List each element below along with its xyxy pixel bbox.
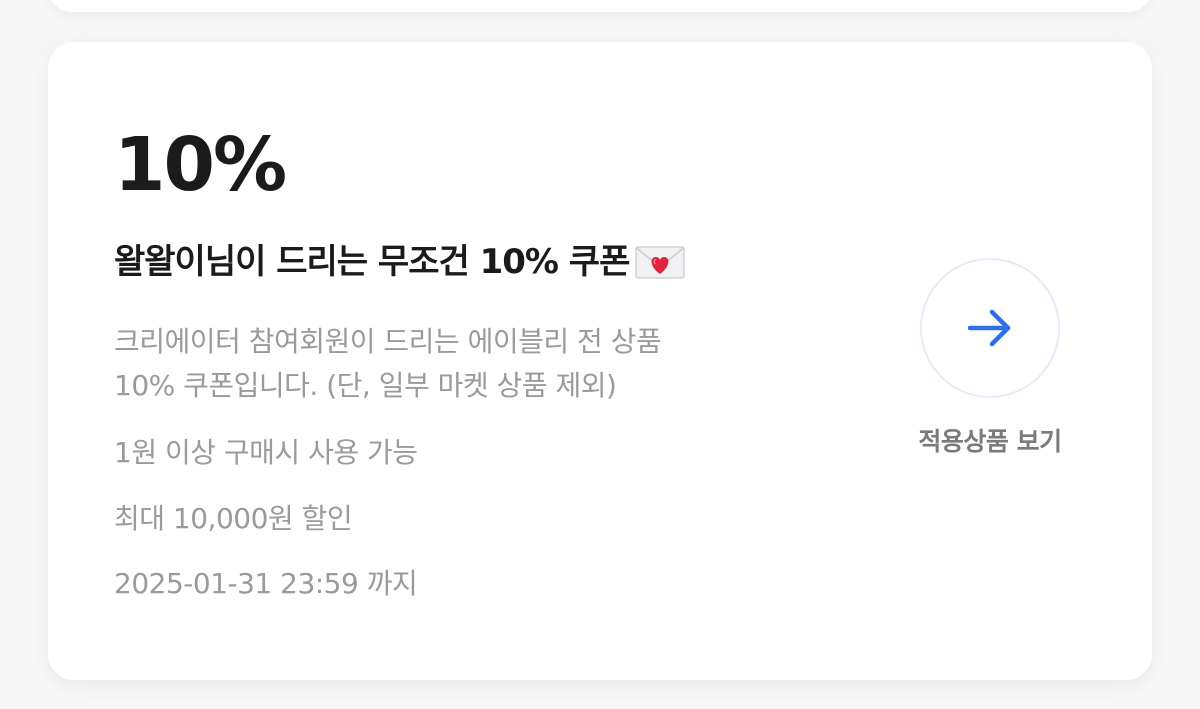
coupon-card: 10% 왈왈이님이 드리는 무조건 10% 쿠폰 크리에이터 참여회원이 드리는… bbox=[48, 42, 1152, 680]
arrow-right-icon bbox=[967, 309, 1011, 347]
min-purchase-condition: 1원 이상 구매시 사용 가능 bbox=[114, 436, 418, 469]
coupon-description: 크리에이터 참여회원이 드리는 에이블리 전 상품 10% 쿠폰입니다. (단,… bbox=[114, 320, 794, 408]
view-applicable-products-button[interactable]: 적용상품 보기 bbox=[908, 258, 1072, 458]
arrow-circle-button[interactable] bbox=[920, 258, 1060, 398]
coupon-description-line: 크리에이터 참여회원이 드리는 에이블리 전 상품 bbox=[114, 325, 662, 358]
coupon-title: 왈왈이님이 드리는 무조건 10% 쿠폰 bbox=[114, 242, 630, 282]
coupon-description-line: 10% 쿠폰입니다. (단, 일부 마켓 상품 제외) bbox=[114, 369, 617, 402]
view-applicable-products-label: 적용상품 보기 bbox=[918, 427, 1062, 456]
expiry-date: 2025-01-31 23:59 까지 bbox=[114, 567, 418, 600]
coupon-title-row: 왈왈이님이 드리는 무조건 10% 쿠폰 bbox=[114, 242, 685, 283]
love-letter-icon bbox=[635, 245, 685, 279]
previous-card-edge bbox=[48, 0, 1152, 12]
max-discount-condition: 최대 10,000원 할인 bbox=[114, 502, 353, 535]
discount-rate: 10% bbox=[114, 122, 287, 208]
